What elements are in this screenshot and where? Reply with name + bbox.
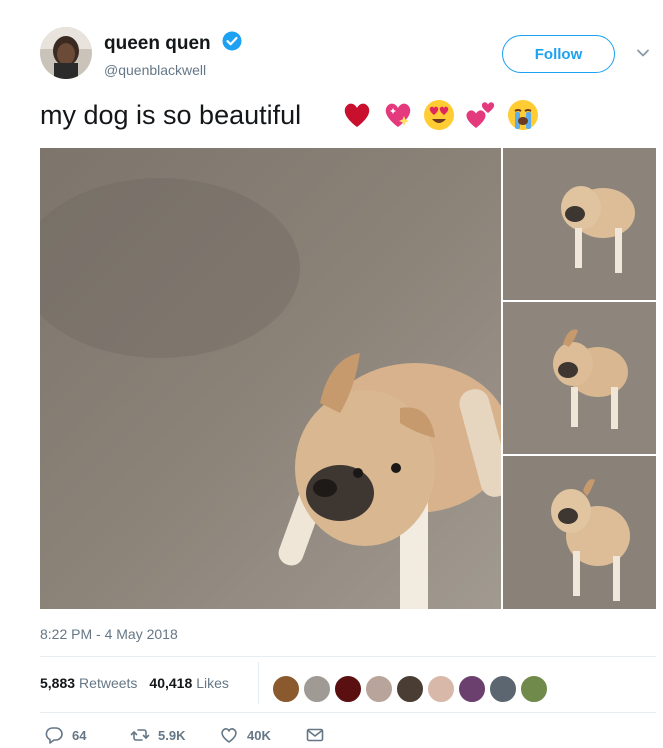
likes-count: 40,418	[149, 675, 193, 691]
liker-avatar[interactable]	[427, 675, 455, 703]
retweets-stat[interactable]: 5,883 Retweets	[40, 675, 137, 691]
user-handle[interactable]: @quenblackwell	[104, 62, 206, 78]
likes-label: Likes	[196, 675, 229, 691]
retweets-label: Retweets	[79, 675, 138, 691]
liker-avatar[interactable]	[520, 675, 548, 703]
reply-action[interactable]: 64	[44, 725, 86, 745]
like-count: 40K	[247, 727, 271, 743]
heart-icon	[221, 728, 237, 743]
liker-avatar[interactable]	[489, 675, 517, 703]
red-heart-icon	[341, 99, 373, 131]
liker-avatar[interactable]	[334, 675, 362, 703]
retweet-count: 5.9K	[158, 727, 186, 743]
liker-avatar[interactable]	[303, 675, 331, 703]
two-hearts-icon	[464, 99, 496, 131]
heart-eyes-face-icon	[423, 99, 455, 131]
divider	[40, 712, 656, 713]
sparkling-heart-icon	[382, 99, 414, 131]
tweet-timestamp[interactable]: 8:22 PM - 4 May 2018	[40, 626, 178, 642]
loudly-crying-face-icon	[507, 99, 539, 131]
tweet-photo-3[interactable]	[503, 302, 656, 454]
retweets-count: 5,883	[40, 675, 76, 691]
avatar[interactable]	[40, 27, 92, 79]
divider	[258, 662, 259, 704]
liker-avatar[interactable]	[458, 675, 486, 703]
liker-avatar[interactable]	[365, 675, 393, 703]
retweet-action[interactable]: 5.9K	[130, 725, 185, 745]
tweet-text: my dog is so beautiful	[40, 100, 302, 130]
tweet-photo-main[interactable]	[40, 148, 501, 609]
display-name[interactable]: queen quen	[104, 33, 211, 55]
tweet-photo-2[interactable]	[503, 148, 656, 300]
tweet-photo-4[interactable]	[503, 456, 656, 609]
verified-badge-icon	[222, 31, 242, 51]
retweet-icon	[130, 729, 150, 741]
reply-count: 64	[72, 727, 87, 743]
envelope-icon	[306, 728, 324, 742]
tweet-stats: 5,883 Retweets 40,418 Likes	[40, 675, 229, 691]
chevron-down-icon[interactable]	[635, 45, 651, 61]
likes-stat[interactable]: 40,418 Likes	[149, 675, 229, 691]
like-action[interactable]: 40K	[219, 725, 271, 745]
reply-icon	[45, 727, 63, 744]
liker-avatar[interactable]	[272, 675, 300, 703]
direct-message-action[interactable]	[305, 725, 325, 745]
liker-avatar[interactable]	[396, 675, 424, 703]
divider	[40, 656, 656, 657]
follow-button[interactable]: Follow	[502, 35, 615, 73]
